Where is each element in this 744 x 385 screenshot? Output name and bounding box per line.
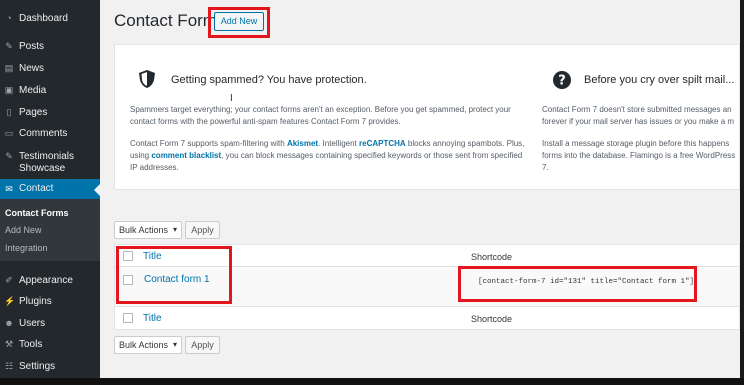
panel-left-heading: Getting spammed? You have protection.	[171, 74, 367, 86]
sidebar-item-dashboard[interactable]: ◔ Dashboard	[0, 12, 100, 26]
window-edge	[740, 0, 744, 385]
submenu-integration[interactable]: Integration	[5, 243, 48, 253]
svg-text:?: ?	[558, 74, 566, 89]
sidebar-item-tools[interactable]: ⚒ Tools	[0, 338, 100, 352]
panel-right-text-1: Contact Form 7 doesn't store submitted m…	[542, 105, 735, 126]
select-all-checkbox-footer[interactable]	[123, 313, 133, 323]
highlight-shortcode	[458, 266, 697, 302]
window-bottom-edge	[0, 378, 744, 385]
contact-submenu: Contact Forms Add New Integration	[0, 199, 100, 261]
column-shortcode-footer: Shortcode	[471, 314, 513, 324]
highlight-add-new	[208, 7, 270, 38]
help-icon: ?	[553, 71, 571, 89]
sidebar-item-posts[interactable]: ✎ Posts	[0, 40, 100, 54]
sidebar-item-news[interactable]: ▤ News	[0, 62, 100, 76]
media-icon: ▣	[4, 85, 14, 95]
sidebar-item-pages[interactable]: ▯ Pages	[0, 106, 100, 120]
column-title-footer[interactable]: Title	[143, 313, 162, 324]
pin-icon: ✎	[5, 41, 13, 51]
settings-icon: ☷	[4, 361, 14, 371]
text-cursor-icon: I	[230, 93, 233, 104]
news-icon: ▤	[4, 63, 14, 73]
highlight-title-column	[116, 246, 232, 304]
sidebar-item-contact[interactable]: ✉ Contact	[0, 179, 100, 199]
plug-icon: ⚡	[4, 296, 16, 306]
pin-icon: ✎	[5, 151, 13, 161]
dashboard-icon: ◔	[6, 13, 12, 23]
brush-icon: ✐	[5, 275, 13, 285]
submenu-contact-forms[interactable]: Contact Forms	[5, 208, 69, 218]
sidebar-item-media[interactable]: ▣ Media	[0, 84, 100, 98]
apply-button-bottom[interactable]: Apply	[185, 336, 220, 354]
shield-icon	[139, 70, 155, 88]
sidebar-item-appearance[interactable]: ✐ Appearance	[0, 274, 100, 288]
comment-icon: ▭	[4, 128, 14, 138]
panel-right-heading: Before you cry over spilt mail...	[584, 74, 735, 86]
bulk-actions-select-top[interactable]: Bulk Actions	[114, 221, 182, 239]
sidebar-item-users[interactable]: ☻ Users	[0, 317, 100, 331]
mail-icon: ✉	[5, 184, 13, 194]
admin-sidebar: ◔ Dashboard ✎ Posts ▤ News ▣ Media ▯ Pag…	[0, 0, 100, 378]
panel-left-text-1: Spammers target everything; your contact…	[130, 105, 511, 126]
sidebar-item-testimonials[interactable]: ✎ Testimonials Showcase	[0, 150, 100, 176]
comment-blacklist-link[interactable]: comment blacklist	[151, 151, 221, 160]
panel-left-text-2: Contact Form 7 supports spam-filtering w…	[130, 139, 525, 172]
panel-right-text-2: Install a message storage plugin before …	[542, 139, 736, 172]
page-icon: ▯	[6, 107, 12, 117]
table-footer-row: Title Shortcode	[115, 307, 739, 329]
bulk-actions-select-bottom[interactable]: Bulk Actions	[114, 336, 182, 354]
akismet-link[interactable]: Akismet	[287, 139, 318, 148]
apply-button-top[interactable]: Apply	[185, 221, 220, 239]
column-shortcode: Shortcode	[471, 252, 513, 262]
submenu-add-new[interactable]: Add New	[5, 225, 42, 235]
sidebar-item-settings[interactable]: ☷ Settings	[0, 360, 100, 374]
wp-admin-window: ◔ Dashboard ✎ Posts ▤ News ▣ Media ▯ Pag…	[0, 0, 744, 385]
welcome-panel: Getting spammed? You have protection. Sp…	[114, 44, 740, 190]
recaptcha-link[interactable]: reCAPTCHA	[359, 139, 406, 148]
wrench-icon: ⚒	[4, 339, 14, 349]
sidebar-item-plugins[interactable]: ⚡ Plugins	[0, 295, 100, 309]
user-icon: ☻	[4, 318, 14, 328]
sidebar-item-comments[interactable]: ▭ Comments	[0, 127, 100, 141]
